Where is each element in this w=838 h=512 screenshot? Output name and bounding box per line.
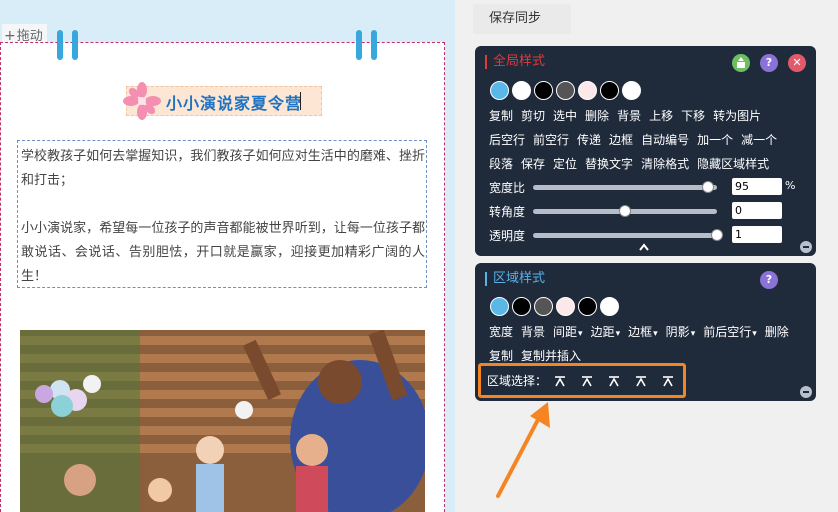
slider-row: 转角度 <box>489 201 809 221</box>
action-button[interactable]: 删除 <box>585 107 609 124</box>
action-button[interactable]: 宽度 <box>489 323 513 340</box>
flower-icon <box>123 82 161 120</box>
action-button[interactable]: 替换文字 <box>585 155 633 172</box>
pointer-arrow-icon <box>496 402 550 498</box>
region-select-label: 区域选择： <box>487 374 548 388</box>
region-button-row-2: 复制 复制并插入 <box>489 347 589 364</box>
action-button[interactable]: 保存 <box>521 155 545 172</box>
action-button[interactable]: 清除格式 <box>641 155 689 172</box>
action-button[interactable]: 段落 <box>489 155 513 172</box>
global-button-row-1: 复制 剪切 选中 删除 背景 上移 下移 转为图片 <box>489 107 769 124</box>
action-button[interactable]: 加一个 <box>697 131 733 148</box>
global-swatch-0[interactable] <box>490 81 509 100</box>
slider-track[interactable] <box>533 229 723 241</box>
resize-handle-right[interactable] <box>356 30 378 60</box>
action-button[interactable]: 复制 <box>489 347 513 364</box>
resize-handle-left[interactable] <box>57 30 79 60</box>
global-swatch-6[interactable] <box>622 81 641 100</box>
slider-label: 转角度 <box>489 205 526 219</box>
global-swatch-1[interactable] <box>512 81 531 100</box>
slider-unit: % <box>785 179 796 192</box>
page-title: 小小演说家夏令营 <box>166 94 303 113</box>
action-button[interactable]: 隐藏区域样式 <box>697 155 769 172</box>
action-button[interactable]: 背景 <box>521 323 545 340</box>
action-button[interactable]: 剪切 <box>521 107 545 124</box>
action-button[interactable]: 复制并插入 <box>521 347 581 364</box>
region-panel-title: 区域样式 <box>485 272 545 286</box>
region-select-option-icon[interactable] <box>553 374 567 388</box>
action-button[interactable]: 阴影 <box>666 323 696 340</box>
action-button[interactable]: 边框 <box>609 131 633 148</box>
slider-track[interactable] <box>533 205 717 217</box>
action-button[interactable]: 上移 <box>649 107 673 124</box>
action-button[interactable]: 定位 <box>553 155 577 172</box>
global-button-row-3: 段落 保存 定位 替换文字 清除格式 隐藏区域样式 <box>489 155 777 172</box>
minimize-icon[interactable] <box>800 241 812 253</box>
minimize-icon[interactable] <box>800 386 812 398</box>
region-select-option-icon[interactable] <box>607 374 621 388</box>
photo-illustration <box>20 330 425 512</box>
help-icon[interactable]: ? <box>760 54 778 72</box>
paragraph-2: 小小演说家，希望每一位孩子的声音都能被世界听到，让每一位孩子都敢说话、会说话、告… <box>21 221 425 284</box>
action-button[interactable]: 减一个 <box>741 131 777 148</box>
region-swatch-2[interactable] <box>534 297 553 316</box>
action-button[interactable]: 背景 <box>617 107 641 124</box>
collapse-chevron-icon[interactable] <box>638 242 650 252</box>
global-button-row-2: 后空行 前空行 传递 边框 自动编号 加一个 减一个 <box>489 131 785 148</box>
action-button[interactable]: 前后空行 <box>703 323 757 340</box>
region-select-option-icon[interactable] <box>634 374 648 388</box>
slider-track[interactable] <box>533 181 717 193</box>
action-button[interactable]: 边框 <box>628 323 658 340</box>
text-cursor <box>300 92 301 110</box>
slider-knob[interactable] <box>711 229 723 241</box>
slider-value-input[interactable] <box>732 226 782 243</box>
region-select-option-icon[interactable] <box>580 374 594 388</box>
global-swatch-4[interactable] <box>578 81 597 100</box>
action-button[interactable]: 自动编号 <box>641 131 689 148</box>
action-button[interactable]: 转为图片 <box>713 107 761 124</box>
region-color-swatches <box>490 297 619 316</box>
global-swatch-5[interactable] <box>600 81 619 100</box>
region-swatch-4[interactable] <box>578 297 597 316</box>
party-photo[interactable] <box>20 330 425 512</box>
action-button[interactable]: 复制 <box>489 107 513 124</box>
action-button[interactable]: 传递 <box>577 131 601 148</box>
slider-knob[interactable] <box>619 205 631 217</box>
global-color-swatches <box>490 81 641 100</box>
region-swatch-3[interactable] <box>556 297 575 316</box>
slider-row: 宽度比% <box>489 177 809 197</box>
action-button[interactable]: 选中 <box>553 107 577 124</box>
save-sync-button[interactable]: 保存同步 <box>473 4 571 34</box>
title-block[interactable]: 小小演说家夏令营 <box>120 80 328 122</box>
region-button-row-1: 宽度背景间距边距边框阴影前后空行删除 <box>489 323 797 340</box>
text-block[interactable]: 学校教孩子如何去掌握知识，我们教孩子如何应对生活中的磨难、挫折和打击； 小小演说… <box>17 140 427 288</box>
slider-label: 透明度 <box>489 229 526 243</box>
slider-knob[interactable] <box>701 181 714 193</box>
help-icon[interactable]: ? <box>760 271 778 289</box>
global-swatch-3[interactable] <box>556 81 575 100</box>
region-select-option-icon[interactable] <box>661 374 675 388</box>
action-button[interactable]: 边距 <box>591 323 621 340</box>
action-button[interactable]: 前空行 <box>533 131 569 148</box>
paragraph-1: 学校教孩子如何去掌握知识，我们教孩子如何应对生活中的磨难、挫折和打击； <box>21 149 425 188</box>
region-swatch-5[interactable] <box>600 297 619 316</box>
slider-label: 宽度比 <box>489 181 526 195</box>
action-button[interactable]: 间距 <box>553 323 583 340</box>
slider-value-input[interactable] <box>732 178 782 195</box>
global-swatch-2[interactable] <box>534 81 553 100</box>
action-button[interactable]: 删除 <box>765 323 789 340</box>
region-swatch-1[interactable] <box>512 297 531 316</box>
action-button[interactable]: 下移 <box>681 107 705 124</box>
slider-value-input[interactable] <box>732 202 782 219</box>
global-style-panel: 全局样式 ? ✕ 复制 剪切 选中 删除 背景 上移 下移 转为图片 后空行 前空行 传递 边框 自动… <box>475 46 816 256</box>
share-icon[interactable] <box>732 54 750 72</box>
close-icon[interactable]: ✕ <box>788 54 806 72</box>
region-swatch-0[interactable] <box>490 297 509 316</box>
global-panel-title: 全局样式 <box>485 55 545 69</box>
action-button[interactable]: 后空行 <box>489 131 525 148</box>
